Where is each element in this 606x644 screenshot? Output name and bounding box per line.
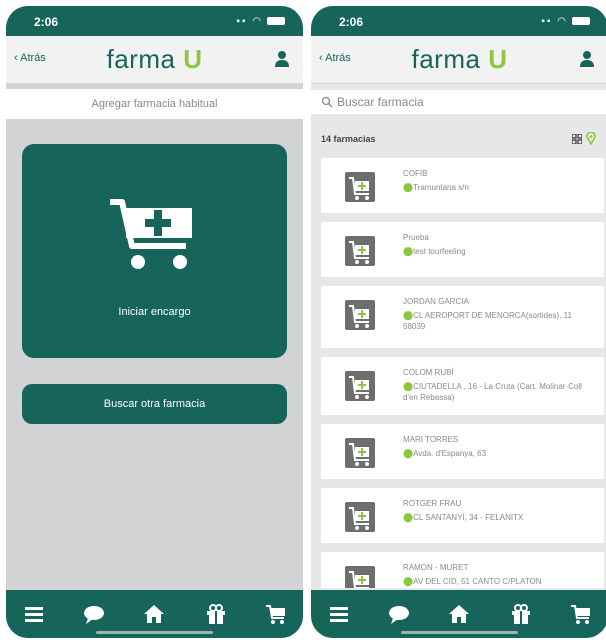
pharmacy-name: ROTGER FRAU <box>403 499 462 508</box>
add-habitual-pharmacy[interactable]: Agregar farmacia habitual <box>6 89 303 119</box>
pharmacy-address: ⬤CL SANTANYÍ, 34 - FELANITX <box>403 512 524 522</box>
logo-text: farma <box>411 44 481 74</box>
battery-icon <box>572 17 590 26</box>
nav-bar: ‹ Atrás farma U <box>311 36 606 84</box>
start-order-label: Iniciar encargo <box>118 306 191 318</box>
logo-accent: U <box>183 44 203 74</box>
grid-view-icon[interactable] <box>572 134 582 144</box>
pharmacy-item[interactable]: ROTGER FRAU ⬤CL SANTANYÍ, 34 - FELANITX <box>321 488 604 543</box>
home-icon[interactable] <box>447 602 471 626</box>
chat-icon[interactable] <box>387 602 411 626</box>
pharmacy-name: COLOM RUBÍ <box>403 368 454 377</box>
search-icon <box>321 96 333 108</box>
pharmacy-address: ⬤CIUTADELLA , 16 - La Cruta (Cart. Molin… <box>403 381 582 402</box>
pharmacy-name: RAMON - MURET <box>403 563 469 572</box>
user-icon[interactable] <box>273 50 291 68</box>
pharmacy-cart-icon <box>345 438 375 468</box>
user-icon[interactable] <box>578 50 596 68</box>
logo-accent: U <box>488 44 508 74</box>
status-bar: 2:06 ▪▪ ◠ <box>311 6 606 36</box>
status-time: 2:06 <box>34 15 59 29</box>
status-icons: ▪▪ ◠ <box>541 16 590 27</box>
pharmacy-address: ⬤test tourfeeling <box>403 246 466 256</box>
pharmacy-address: ⬤Avda. d'Espanya, 63 <box>403 448 487 458</box>
search-other-pharmacy-button[interactable]: Buscar otra farmacia <box>22 384 287 424</box>
chat-icon[interactable] <box>82 602 106 626</box>
location-pin-icon: ⬤ <box>403 448 414 458</box>
menu-icon[interactable] <box>327 602 351 626</box>
pharmacy-name: COFIB <box>403 169 428 178</box>
pharmacy-cart-icon <box>345 172 375 202</box>
status-time: 2:06 <box>339 15 364 29</box>
location-pin-icon: ⬤ <box>403 512 414 522</box>
pharmacy-item[interactable]: RAMON - MURET ⬤AV DEL CID, 51 CANTO C/PL… <box>321 552 604 588</box>
pharmacy-address: ⬤CL AEROPORT DE MENORCA(sortides), 11 58… <box>403 310 572 331</box>
pharmacy-item[interactable]: MARI TORRES ⬤Avda. d'Espanya, 63 <box>321 424 604 479</box>
phone-screen-pharmacy-list: 2:06 ▪▪ ◠ ‹ Atrás farma U 14 farmacias C… <box>311 6 606 638</box>
pharmacy-item[interactable]: JORDAN GARCIA ⬤CL AEROPORT DE MENORCA(so… <box>321 286 604 348</box>
pharmacy-address: ⬤Tramuntana s/n <box>403 182 469 192</box>
cart-icon[interactable] <box>569 602 593 626</box>
cart-icon[interactable] <box>264 602 288 626</box>
pharmacy-name: Prueba <box>403 233 429 242</box>
pharmacy-cart-icon <box>345 300 375 330</box>
location-pin-icon: ⬤ <box>403 576 414 586</box>
pharmacy-name: JORDAN GARCIA <box>403 297 469 306</box>
search-bar <box>311 90 606 114</box>
app-logo: farma U <box>6 44 303 75</box>
location-pin-icon: ⬤ <box>403 310 414 320</box>
gift-icon[interactable] <box>509 602 533 626</box>
map-view-icon[interactable] <box>586 132 596 145</box>
logo-text: farma <box>106 44 176 74</box>
gift-icon[interactable] <box>204 602 228 626</box>
cart-add-icon <box>110 199 192 269</box>
home-indicator <box>401 631 518 634</box>
location-pin-icon: ⬤ <box>403 182 414 192</box>
battery-icon <box>267 17 285 26</box>
pharmacy-cart-icon <box>345 236 375 266</box>
results-header: 14 farmacias <box>311 124 606 154</box>
search-input[interactable] <box>337 92 592 112</box>
pharmacy-list: COFIB ⬤Tramuntana s/n Prueba ⬤test tourf… <box>311 158 606 588</box>
pharmacy-name: MARI TORRES <box>403 435 459 444</box>
results-count: 14 farmacias <box>321 134 376 144</box>
home-icon[interactable] <box>142 602 166 626</box>
status-bar: 2:06 ▪▪ ◠ <box>6 6 303 36</box>
pharmacy-address: ⬤AV DEL CID, 51 CANTO C/PLATON <box>403 576 542 586</box>
pharmacy-item[interactable]: COLOM RUBÍ ⬤CIUTADELLA , 16 - La Cruta (… <box>321 357 604 415</box>
pharmacy-item[interactable]: COFIB ⬤Tramuntana s/n <box>321 158 604 213</box>
nav-bar: ‹ Atrás farma U <box>6 36 303 84</box>
start-order-card[interactable]: Iniciar encargo <box>22 144 287 358</box>
menu-icon[interactable] <box>22 602 46 626</box>
app-logo: farma U <box>311 44 606 75</box>
tab-bar <box>6 590 303 638</box>
tab-bar <box>311 590 606 638</box>
pharmacy-item[interactable]: Prueba ⬤test tourfeeling <box>321 222 604 277</box>
pharmacy-cart-icon <box>345 566 375 588</box>
home-indicator <box>96 631 213 634</box>
location-pin-icon: ⬤ <box>403 381 414 391</box>
pharmacy-cart-icon <box>345 502 375 532</box>
status-icons: ▪▪ ◠ <box>236 16 285 27</box>
pharmacy-cart-icon <box>345 371 375 401</box>
phone-screen-home: 2:06 ▪▪ ◠ ‹ Atrás farma U Agregar farmac… <box>6 6 303 638</box>
location-pin-icon: ⬤ <box>403 246 414 256</box>
